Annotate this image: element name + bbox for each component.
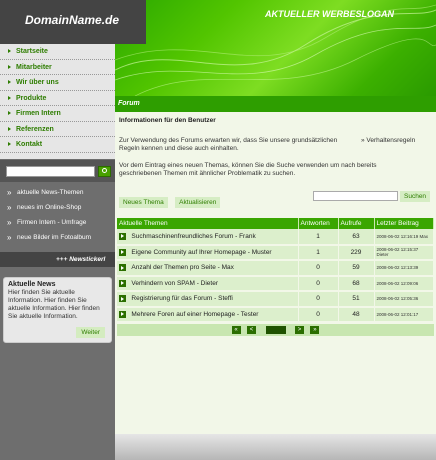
- header-banner: AKTUELLER WERBESLOGAN: [115, 0, 436, 96]
- topic-arrow-icon: [119, 295, 126, 303]
- table-row[interactable]: Suchmaschinenfreundliches Forum - Frank …: [117, 229, 434, 246]
- slogan: AKTUELLER WERBESLOGAN: [265, 9, 394, 19]
- main-content: Forum Informationen für den Benutzer Zur…: [115, 96, 436, 460]
- topic-cell[interactable]: Mehrere Foren auf einer Homepage - Teste…: [117, 306, 299, 323]
- rules-link[interactable]: » Verhaltensregeln: [361, 137, 415, 144]
- topic-cell[interactable]: Anzahl der Themen pro Seite - Max: [117, 260, 299, 277]
- views-cell: 48: [338, 306, 375, 323]
- last-post-cell: 2008-06-02 12:13:39: [374, 260, 434, 277]
- answers-cell: 0: [298, 291, 339, 308]
- topic-title[interactable]: Mehrere Foren auf einer Homepage - Teste…: [131, 311, 258, 318]
- sidebar-search-input[interactable]: [6, 166, 95, 177]
- news-title: Aktuelle News: [8, 281, 56, 288]
- last-post-cell: 2008-06-02 12:01:17: [374, 306, 434, 323]
- menu-item-referenzen[interactable]: Referenzen: [0, 122, 115, 137]
- page: DomainName.de Startseite Mitarbeiter Wir…: [0, 0, 436, 460]
- info-heading: Informationen für den Benutzer: [119, 117, 216, 124]
- menu-item-wir-ueber-uns[interactable]: Wir über uns: [0, 75, 115, 91]
- views-cell: 63: [338, 229, 375, 246]
- prev-page-button[interactable]: <: [247, 326, 257, 334]
- views-cell: 59: [338, 260, 375, 277]
- news-text: Hier finden Sie aktuelle Information. Hi…: [8, 289, 100, 320]
- menu-item-firmen-intern[interactable]: Firmen Intern: [0, 106, 115, 122]
- topic-arrow-icon: [119, 264, 126, 272]
- footer: [115, 434, 436, 460]
- topic-cell[interactable]: Verhindern von SPAM - Dieter: [117, 275, 299, 292]
- topic-arrow-icon: [119, 279, 126, 287]
- topic-title[interactable]: Suchmaschinenfreundliches Forum - Frank: [131, 233, 255, 240]
- forum-intro: Zur Verwendung des Forums erwarten wir, …: [119, 137, 338, 152]
- topic-title[interactable]: Registrierung für das Forum - Steffi: [131, 295, 232, 302]
- column-header: Aktuelle Themen: [117, 218, 299, 229]
- topic-arrow-icon: [119, 310, 126, 318]
- table-row[interactable]: Eigene Community auf Ihrer Homepage - Mu…: [117, 244, 434, 261]
- news-ticker: +++ Newstickerl: [0, 252, 115, 267]
- refresh-button[interactable]: Aktualisieren: [175, 197, 221, 208]
- menu-item-kontakt[interactable]: Kontakt: [0, 137, 115, 153]
- logo[interactable]: DomainName.de: [0, 0, 146, 44]
- column-header: Aufrufe: [338, 218, 375, 229]
- search-hint: Vor dem Eintrag eines neuen Themas, könn…: [119, 162, 377, 177]
- answers-cell: 0: [298, 260, 339, 277]
- views-cell: 51: [338, 291, 375, 308]
- column-header: Letzter Beitrag: [374, 218, 434, 229]
- answers-cell: 0: [298, 275, 339, 292]
- views-cell: 68: [338, 275, 375, 292]
- quick-links: aktuelle News-Themen neues im Online-Sho…: [0, 186, 115, 246]
- page-indicator: [265, 326, 286, 334]
- rules-link-label: Verhaltensregeln: [366, 137, 416, 144]
- last-page-button[interactable]: »: [310, 326, 320, 334]
- last-post-cell: 2008-06-02 12:05:36: [374, 291, 434, 308]
- new-topic-button[interactable]: Neues Thema: [119, 197, 168, 208]
- menu-item-mitarbeiter[interactable]: Mitarbeiter: [0, 60, 115, 75]
- forum-actions: Neues Thema Aktualisieren: [119, 191, 223, 209]
- sidebar-search-button[interactable]: [98, 166, 111, 177]
- pagination: « < > »: [117, 324, 434, 336]
- table-row[interactable]: Verhindern von SPAM - Dieter 0 68 2008-0…: [117, 275, 434, 292]
- topic-title[interactable]: Verhindern von SPAM - Dieter: [131, 280, 218, 287]
- topic-arrow-icon: [119, 232, 126, 240]
- menu-item-produkte[interactable]: Produkte: [0, 91, 115, 106]
- forum-title-bar: Forum: [115, 96, 436, 112]
- next-page-button[interactable]: >: [294, 326, 304, 334]
- column-header: Antworten: [298, 218, 339, 229]
- topic-cell[interactable]: Suchmaschinenfreundliches Forum - Frank: [117, 229, 299, 246]
- topic-cell[interactable]: Registrierung für das Forum - Steffi: [117, 291, 299, 308]
- quick-link[interactable]: neue Bilder im Fotoalbum: [0, 231, 115, 246]
- last-post-cell: 2008-06-02 12:09:06: [374, 275, 434, 292]
- table-row[interactable]: Mehrere Foren auf einer Homepage - Teste…: [117, 306, 434, 323]
- answers-cell: 1: [298, 229, 339, 246]
- news-more-button[interactable]: Weiter: [76, 327, 105, 338]
- answers-cell: 0: [298, 306, 339, 323]
- table-row[interactable]: Registrierung für das Forum - Steffi 0 5…: [117, 291, 434, 308]
- first-page-button[interactable]: «: [231, 326, 241, 334]
- forum-search-button[interactable]: Suchen: [400, 191, 431, 202]
- topic-title[interactable]: Anzahl der Themen pro Seite - Max: [131, 264, 234, 271]
- topics-table: Aktuelle Themen Antworten Aufrufe Letzte…: [117, 218, 434, 323]
- forum-search-input[interactable]: [313, 191, 398, 201]
- last-post-cell: 2008-06-02 12:16:19 Max: [374, 229, 434, 246]
- topic-arrow-icon: [119, 248, 126, 256]
- table-row[interactable]: Anzahl der Themen pro Seite - Max 0 59 2…: [117, 260, 434, 277]
- answers-cell: 1: [298, 244, 339, 261]
- quick-link[interactable]: aktuelle News-Themen: [0, 186, 115, 201]
- main-menu: Startseite Mitarbeiter Wir über uns Prod…: [0, 44, 115, 159]
- news-box: Aktuelle News Hier finden Sie aktuelle I…: [3, 277, 112, 343]
- menu-item-startseite[interactable]: Startseite: [0, 44, 115, 60]
- last-post-cell: 2008-06-02 12:15:37 Dieter: [374, 244, 434, 261]
- quick-link[interactable]: Firmen Intern - Umfrage: [0, 216, 115, 231]
- search-icon: [102, 168, 107, 173]
- topic-title[interactable]: Eigene Community auf Ihrer Homepage - Mu…: [131, 249, 271, 256]
- quick-link[interactable]: neues im Online-Shop: [0, 201, 115, 216]
- topic-cell[interactable]: Eigene Community auf Ihrer Homepage - Mu…: [117, 244, 299, 261]
- views-cell: 229: [338, 244, 375, 261]
